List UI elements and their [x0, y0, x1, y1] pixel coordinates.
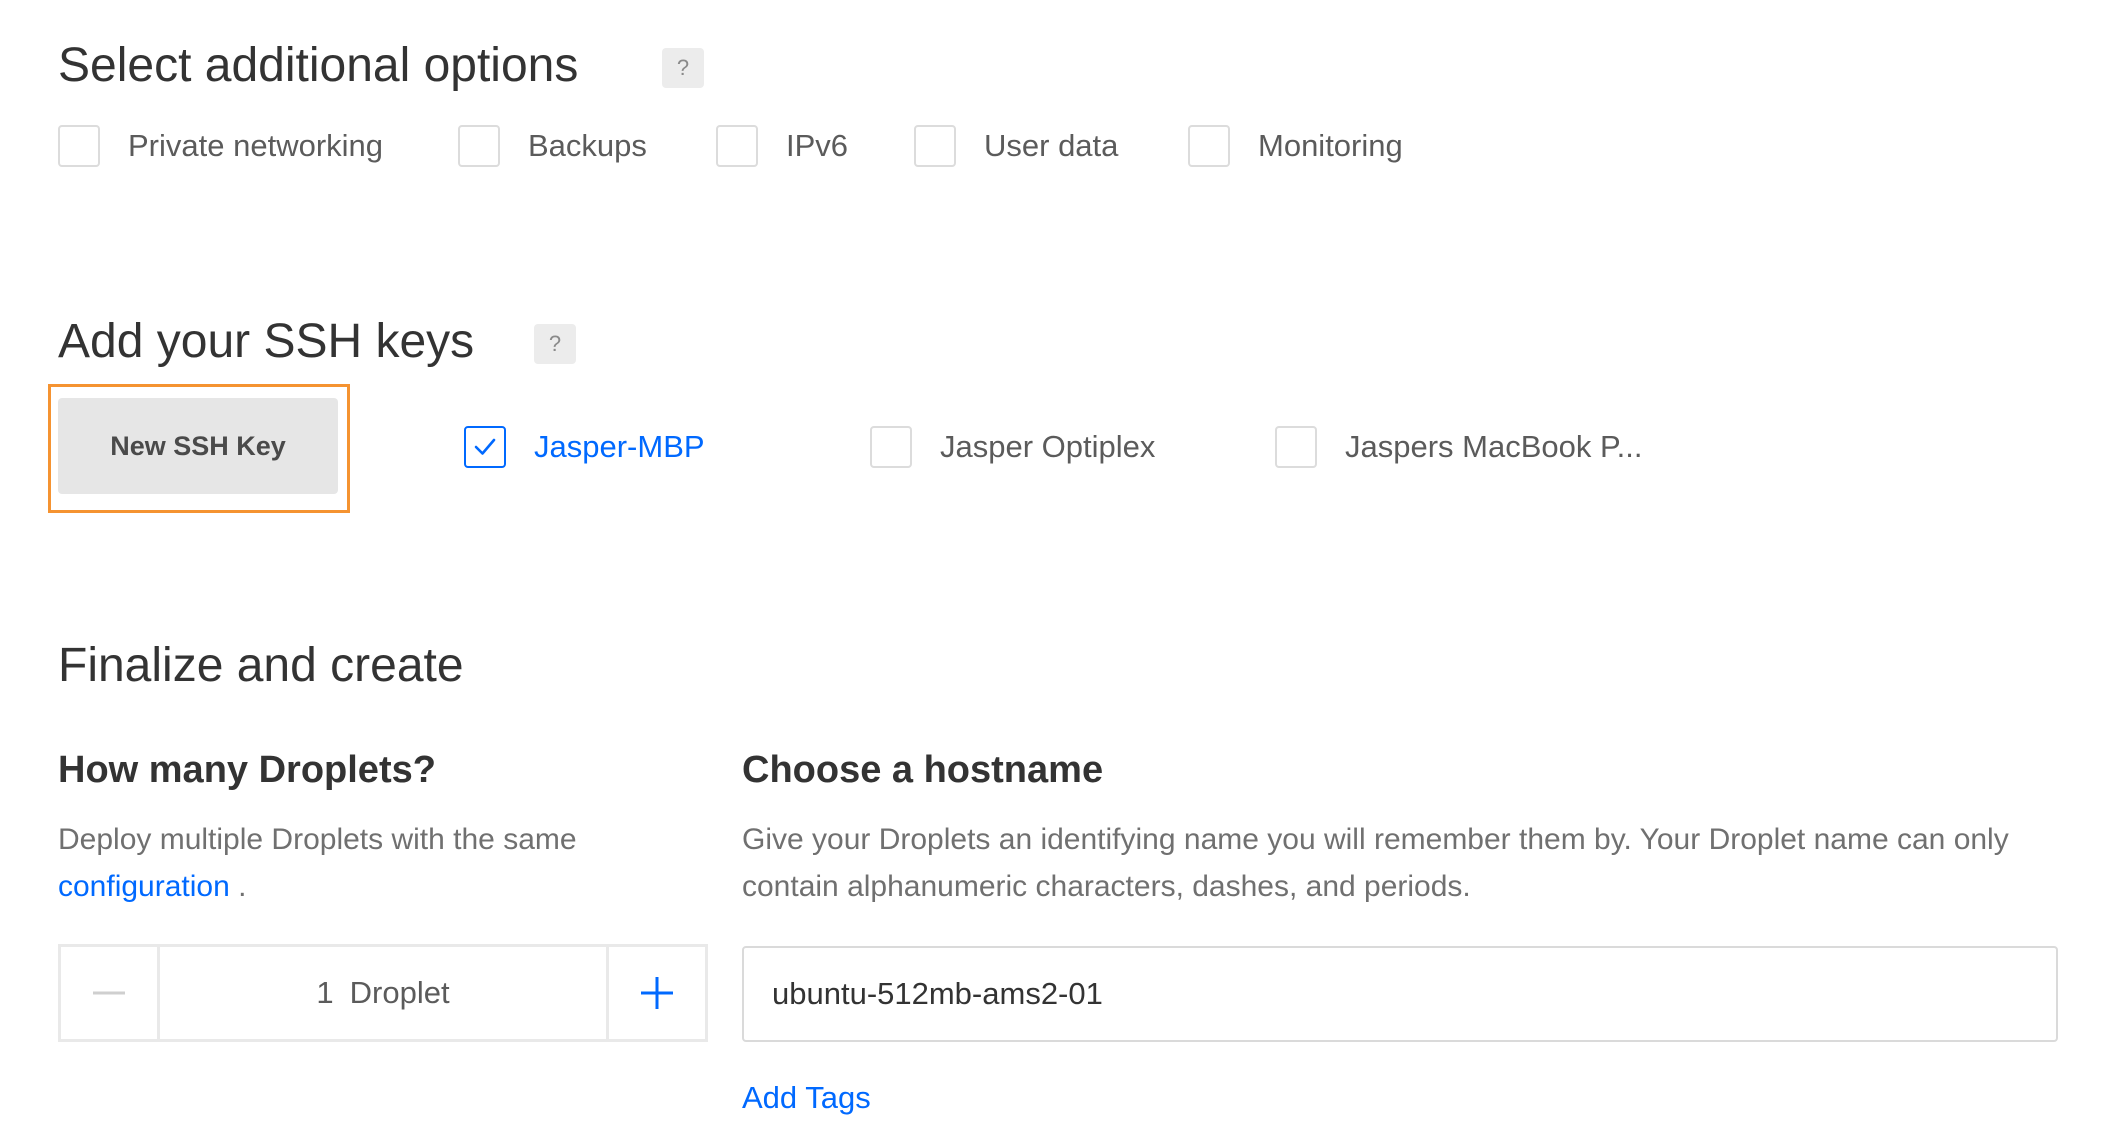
hostname-input[interactable] [742, 946, 2058, 1042]
ssh-key-jasper-mbp[interactable]: Jasper-MBP [464, 426, 705, 468]
checkmark-icon [474, 438, 496, 455]
additional-options-help-icon[interactable]: ? [662, 48, 704, 88]
droplet-count-title: How many Droplets? [58, 749, 436, 791]
additional-options-title: Select additional options [58, 39, 579, 92]
droplet-count-value: 1 [316, 975, 334, 1010]
user-data-checkbox[interactable] [914, 125, 956, 167]
finalize-title: Finalize and create [58, 639, 464, 692]
jasper-mbp-checkbox[interactable] [464, 426, 506, 468]
ssh-key-jaspers-macbook[interactable]: Jaspers MacBook P... [1275, 426, 1643, 468]
option-private-networking[interactable]: Private networking [58, 125, 383, 167]
add-tags-link[interactable]: Add Tags [742, 1080, 871, 1116]
ssh-key-jasper-optiplex[interactable]: Jasper Optiplex [870, 426, 1155, 468]
monitoring-checkbox[interactable] [1188, 125, 1230, 167]
droplet-count-display[interactable]: 1 Droplet [157, 947, 609, 1039]
option-label: Monitoring [1258, 128, 1403, 163]
ssh-key-label: Jasper-MBP [534, 429, 705, 464]
private-networking-checkbox[interactable] [58, 125, 100, 167]
jaspers-macbook-checkbox[interactable] [1275, 426, 1317, 468]
increment-button[interactable] [609, 947, 705, 1039]
ssh-keys-title: Add your SSH keys [58, 315, 475, 368]
hostname-description: Give your Droplets an identifying name y… [742, 823, 2009, 903]
configuration-link[interactable]: configuration [58, 870, 230, 903]
ipv6-checkbox[interactable] [716, 125, 758, 167]
option-monitoring[interactable]: Monitoring [1188, 125, 1403, 167]
option-ipv6[interactable]: IPv6 [716, 125, 848, 167]
droplet-count-unit: Droplet [349, 975, 450, 1010]
option-label: IPv6 [786, 128, 849, 163]
minus-icon [93, 991, 125, 995]
hostname-title: Choose a hostname [742, 749, 1104, 791]
option-user-data[interactable]: User data [914, 125, 1118, 167]
backups-checkbox[interactable] [458, 125, 500, 167]
ssh-key-label: Jasper Optiplex [940, 429, 1156, 464]
droplet-desc-text: Deploy multiple Droplets with the same [58, 823, 577, 856]
ssh-key-label: Jaspers MacBook P... [1345, 429, 1643, 464]
ssh-keys-help-icon[interactable]: ? [534, 324, 576, 364]
plus-icon [641, 977, 673, 1009]
droplet-count-description: Deploy multiple Droplets with the same c… [58, 816, 678, 910]
option-label: User data [984, 128, 1119, 163]
new-ssh-key-button[interactable]: New SSH Key [58, 398, 338, 494]
jasper-optiplex-checkbox[interactable] [870, 426, 912, 468]
droplet-desc-suffix: . [229, 870, 247, 903]
decrement-button[interactable] [61, 947, 157, 1039]
droplet-quantity-stepper: 1 Droplet [58, 944, 708, 1042]
option-label: Backups [528, 128, 647, 163]
option-label: Private networking [128, 128, 384, 163]
option-backups[interactable]: Backups [458, 125, 647, 167]
